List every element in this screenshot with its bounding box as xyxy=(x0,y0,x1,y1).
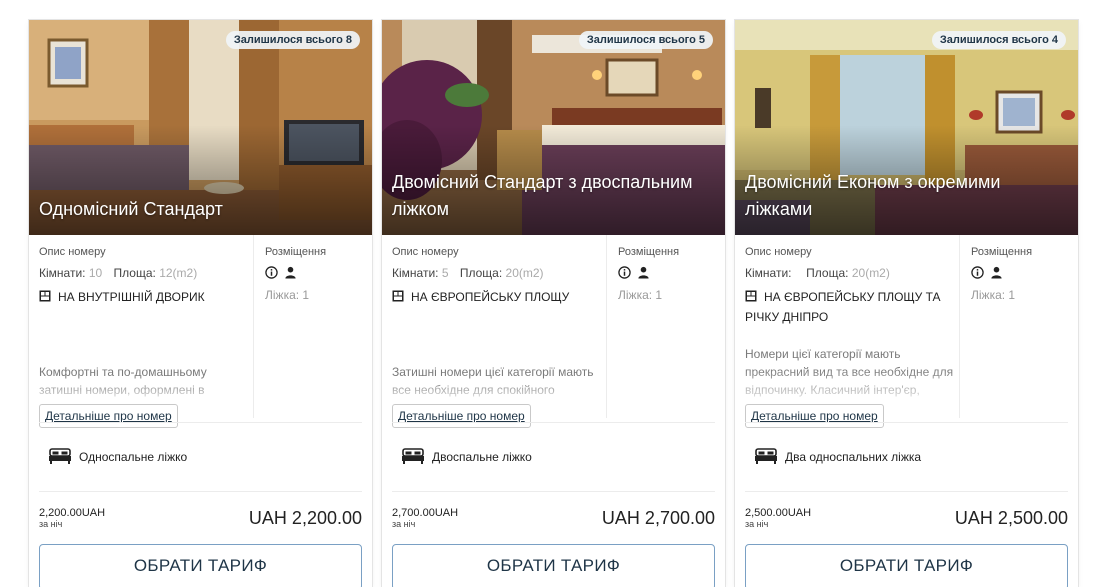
remaining-badge: Залишилося всього 5 xyxy=(578,31,713,49)
bed-type-row: Двоспальне ліжко xyxy=(392,422,715,492)
choose-rate-button[interactable]: ОБРАТИ ТАРИФ xyxy=(39,544,362,587)
room-description: Опис номеру Кімнати: Площа: 20(m2) НА ЄВ… xyxy=(735,235,960,428)
person-icon xyxy=(638,266,649,279)
accommodation-panel: Розміщення Ліжка: 1 xyxy=(961,235,1078,418)
bed-icon xyxy=(49,448,71,464)
room-title: Одномісний Стандарт xyxy=(39,199,223,219)
accommodation-icons xyxy=(265,266,303,280)
room-specs: Кімнати: 10 Площа: 12(m2) xyxy=(39,266,197,280)
info-icon[interactable] xyxy=(618,266,631,279)
price-per-night: 2,700.00UAH за ніч xyxy=(392,508,458,530)
description-label: Опис номеру xyxy=(745,246,812,258)
area-label: Площа: xyxy=(113,266,156,280)
window-view-icon xyxy=(745,290,757,302)
per-night-label: за ніч xyxy=(39,519,63,529)
room-card: Залишилося всього 8 Одномісний Стандарт … xyxy=(29,20,372,587)
room-specs: Кімнати: 5 Площа: 20(m2) xyxy=(392,266,544,280)
price-total: UAH 2,700.00 xyxy=(601,508,715,528)
price-per-night: 2,200.00UAH за ніч xyxy=(39,508,105,530)
room-view: НА ВНУТРІШНІЙ ДВОРИК xyxy=(39,287,244,307)
price-total: UAH 2,200.00 xyxy=(248,508,362,528)
room-photo[interactable]: Залишилося всього 8 Одномісний Стандарт xyxy=(29,20,372,235)
room-specs: Кімнати: Площа: 20(m2) xyxy=(745,266,890,280)
per-night-label: за ніч xyxy=(745,519,769,529)
remaining-badge: Залишилося всього 4 xyxy=(931,31,1066,49)
view-text: НА ЄВРОПЕЙСЬКУ ПЛОЩУ xyxy=(411,290,570,304)
room-description-text: Комфортні та по-домашньому затишні номер… xyxy=(39,365,207,397)
description-label: Опис номеру xyxy=(39,246,106,258)
accommodation-label: Розміщення xyxy=(971,246,1033,258)
area-value: 20(m2) xyxy=(851,266,890,280)
room-title: Двомісний Економ з окремими ліжками xyxy=(745,172,1001,219)
room-photo[interactable]: Залишилося всього 5 Двомісний Стандарт з… xyxy=(382,20,725,235)
rooms-label: Кімнати: xyxy=(745,266,792,280)
info-icon[interactable] xyxy=(265,266,278,279)
room-description: Опис номеру Кімнати: 5 Площа: 20(m2) НА … xyxy=(382,235,607,428)
accommodation-icons xyxy=(971,266,1009,280)
info-icon[interactable] xyxy=(971,266,984,279)
rooms-label: Кімнати: xyxy=(392,266,439,280)
room-cards-list: Залишилося всього 8 Одномісний Стандарт … xyxy=(29,20,1079,587)
view-text: НА ЄВРОПЕЙСЬКУ ПЛОЩУ ТА РІЧКУ ДНІПРО xyxy=(745,290,941,324)
choose-rate-button[interactable]: ОБРАТИ ТАРИФ xyxy=(745,544,1068,587)
person-icon xyxy=(991,266,1002,279)
window-view-icon xyxy=(392,290,404,302)
price-small-value: 2,500.00UAH xyxy=(745,507,812,519)
room-card: Залишилося всього 5 Двомісний Стандарт з… xyxy=(382,20,725,587)
person-icon xyxy=(285,266,296,279)
per-night-label: за ніч xyxy=(392,519,416,529)
accommodation-icons xyxy=(618,266,656,280)
room-view: НА ЄВРОПЕЙСЬКУ ПЛОЩУ xyxy=(392,287,597,307)
beds-count: Ліжка: 1 xyxy=(265,288,310,302)
room-photo[interactable]: Залишилося всього 4 Двомісний Економ з о… xyxy=(735,20,1078,235)
rooms-label: Кімнати: xyxy=(39,266,86,280)
price-small-value: 2,200.00UAH xyxy=(39,507,106,519)
room-description-text: Затишні номери цієї категорії мають все … xyxy=(392,365,594,397)
accommodation-panel: Розміщення Ліжка: 1 xyxy=(255,235,372,418)
beds-count: Ліжка: 1 xyxy=(971,288,1016,302)
rooms-count: 5 xyxy=(441,266,449,280)
room-view: НА ЄВРОПЕЙСЬКУ ПЛОЩУ ТА РІЧКУ ДНІПРО xyxy=(745,287,950,327)
area-value: 20(m2) xyxy=(505,266,544,280)
bed-icon xyxy=(755,448,777,464)
bed-type-label: Два односпальних ліжка xyxy=(785,450,922,464)
price-small-value: 2,700.00UAH xyxy=(392,507,459,519)
area-label: Площа: xyxy=(459,266,503,280)
bed-type-row: Два односпальних ліжка xyxy=(745,422,1068,492)
view-text: НА ВНУТРІШНІЙ ДВОРИК xyxy=(58,290,205,304)
bed-type-label: Двоспальне ліжко xyxy=(432,450,532,464)
window-view-icon xyxy=(39,290,51,302)
beds-count: Ліжка: 1 xyxy=(618,288,663,302)
bed-type-label: Односпальне ліжко xyxy=(79,450,188,464)
price-per-night: 2,500.00UAH за ніч xyxy=(745,508,811,530)
accommodation-panel: Розміщення Ліжка: 1 xyxy=(608,235,725,418)
remaining-badge: Залишилося всього 8 xyxy=(225,31,360,49)
room-description-text: Номери цієї категорії мають прекрасний в… xyxy=(745,347,954,397)
bed-icon xyxy=(402,448,424,464)
description-label: Опис номеру xyxy=(392,246,459,258)
choose-rate-button[interactable]: ОБРАТИ ТАРИФ xyxy=(392,544,715,587)
room-title: Двомісний Стандарт з двоспальним ліжком xyxy=(392,172,693,219)
rooms-count: 10 xyxy=(88,266,103,280)
room-description: Опис номеру Кімнати: 10 Площа: 12(m2) НА… xyxy=(29,235,254,428)
room-card: Залишилося всього 4 Двомісний Економ з о… xyxy=(735,20,1078,587)
accommodation-label: Розміщення xyxy=(265,246,327,258)
price-total: UAH 2,500.00 xyxy=(954,508,1068,528)
bed-type-row: Односпальне ліжко xyxy=(39,422,362,492)
area-value: 12(m2) xyxy=(159,266,198,280)
accommodation-label: Розміщення xyxy=(618,246,680,258)
area-label: Площа: xyxy=(806,266,849,280)
